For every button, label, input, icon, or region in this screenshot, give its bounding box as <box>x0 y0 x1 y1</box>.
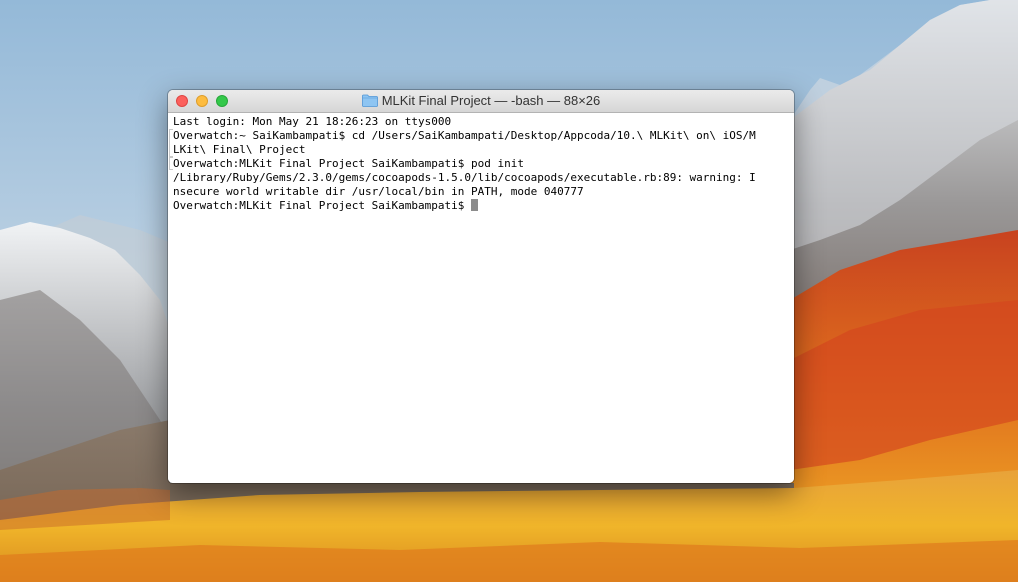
terminal-line: LKit\ Final\ Project <box>173 143 306 156</box>
text-cursor <box>471 199 479 211</box>
terminal-line: nsecure world writable dir /usr/local/bi… <box>173 185 584 198</box>
window-title: MLKit Final Project — -bash — 88×26 <box>381 93 601 108</box>
command-mark <box>169 129 173 157</box>
prompt-line: Overwatch:MLKit Final Project SaiKambamp… <box>173 199 790 213</box>
command-mark <box>169 157 173 170</box>
prompt-text: Overwatch:MLKit Final Project SaiKambamp… <box>173 199 465 212</box>
title-bar[interactable]: MLKit Final Project — -bash — 88×26 <box>168 90 794 113</box>
terminal-window[interactable]: MLKit Final Project — -bash — 88×26 Last… <box>168 90 794 483</box>
terminal-output[interactable]: Last login: Mon May 21 18:26:23 on ttys0… <box>168 113 794 483</box>
terminal-line: Overwatch:MLKit Final Project SaiKambamp… <box>173 157 524 170</box>
terminal-line: /Library/Ruby/Gems/2.3.0/gems/cocoapods-… <box>173 171 756 184</box>
folder-icon <box>361 94 378 107</box>
window-title-area: MLKit Final Project — -bash — 88×26 <box>168 90 794 112</box>
terminal-line: Last login: Mon May 21 18:26:23 on ttys0… <box>173 115 452 128</box>
terminal-line: Overwatch:~ SaiKambampati$ cd /Users/Sai… <box>173 129 756 142</box>
